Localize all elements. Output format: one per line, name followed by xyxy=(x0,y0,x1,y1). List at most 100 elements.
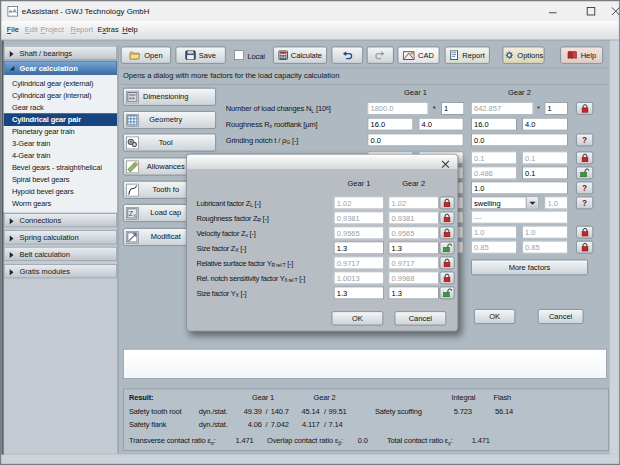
closed-lock-icon xyxy=(580,104,589,114)
row7-gear2-field[interactable]: 1.0 xyxy=(545,197,568,210)
load-changes-gear2-field[interactable]: 642.857 xyxy=(471,102,533,115)
sidebar-item-3-gear-train[interactable]: 3-Gear train xyxy=(4,138,117,150)
sidebar-section-connections[interactable]: Connections xyxy=(4,213,117,227)
save-button[interactable]: Save xyxy=(176,47,226,64)
lubricant-gear1-field[interactable]: 1.02 xyxy=(334,197,384,210)
menu-edit[interactable]: Edit xyxy=(25,26,38,34)
row4-gear2-field-a[interactable]: 0.1 xyxy=(471,152,517,165)
menu-file[interactable]: File xyxy=(7,26,19,34)
velocity-gear1-field[interactable]: 0.9565 xyxy=(334,227,384,240)
sidebar-item-cylindrical-gear-external[interactable]: Cylindrical gear (external) xyxy=(4,77,117,89)
row4-lock-button[interactable] xyxy=(576,152,593,165)
load-changes-gear1-mult-field[interactable]: 1 xyxy=(441,102,464,115)
row7-help-button[interactable]: ? xyxy=(576,197,593,210)
size-y-gear2-field[interactable]: 1.3 xyxy=(389,287,439,300)
row10-gear2-field-b[interactable]: 0.85 xyxy=(522,241,568,254)
size-z-lock-button[interactable] xyxy=(440,242,455,255)
close-button[interactable] xyxy=(608,5,620,19)
rel-surface-gear2-field[interactable]: 0.9717 xyxy=(389,257,439,270)
notch-sensitivity-gear1-field[interactable]: 1.0013 xyxy=(334,272,384,285)
form-cancel-button[interactable]: Cancel xyxy=(538,309,584,324)
sidebar-item-spiral-bevel-gears[interactable]: Spiral bevel gears xyxy=(4,174,117,186)
dialog-cancel-button[interactable]: Cancel xyxy=(395,311,447,325)
rel-surface-gear1-field[interactable]: 0.9717 xyxy=(334,257,384,270)
row9-gear2-field-b[interactable]: 1.0 xyxy=(522,226,568,239)
load-changes-lock-button[interactable] xyxy=(576,102,593,115)
menu-report[interactable]: Report xyxy=(71,26,94,34)
row10-gear2-field-a[interactable]: 0.85 xyxy=(471,241,517,254)
size-y-gear1-field[interactable]: 1.3 xyxy=(334,287,384,300)
roughness-factor-gear1-field[interactable]: 0.9381 xyxy=(334,212,384,225)
dropdown-arrow-icon[interactable] xyxy=(526,197,538,208)
open-button[interactable]: Open xyxy=(121,47,171,64)
local-checkbox[interactable] xyxy=(234,50,244,60)
row5-gear2-field-a[interactable]: 0.486 xyxy=(471,167,517,180)
velocity-lock-button[interactable] xyxy=(440,227,455,240)
roughness-gear2-flank-field[interactable]: 4.0 xyxy=(522,118,568,131)
size-z-gear1-field[interactable]: 1.3 xyxy=(334,242,384,255)
row9-gear2-field-a[interactable]: 1.0 xyxy=(471,226,517,239)
hardening-dropdown[interactable]: swelling xyxy=(471,197,539,210)
load-changes-gear2-mult-field[interactable]: 1 xyxy=(545,102,568,115)
help-button[interactable]: Help xyxy=(560,47,603,64)
roughness-factor-lock-button[interactable] xyxy=(440,212,455,225)
notch-sensitivity-gear2-field[interactable]: 0.9988 xyxy=(389,272,439,285)
roughness-gear1-root-field[interactable]: 16.0 xyxy=(368,118,414,131)
grinding-notch-gear2-field[interactable]: 0.0 xyxy=(471,134,568,147)
row6-gear2-field[interactable]: 1.0 xyxy=(471,182,568,195)
roughness-gear2-root-field[interactable]: 16.0 xyxy=(471,118,517,131)
dialog-ok-button[interactable]: OK xyxy=(332,311,384,325)
dimensioning-button[interactable]: Dimensioning xyxy=(123,88,216,106)
grinding-notch-gear1-field[interactable]: 0.0 xyxy=(368,134,464,147)
size-y-lock-button[interactable] xyxy=(440,287,455,300)
menu-help[interactable]: Help xyxy=(122,26,137,34)
load-changes-gear1-field[interactable]: 1800.0 xyxy=(368,102,429,115)
notch-sensitivity-lock-button[interactable] xyxy=(440,272,455,285)
cad-button[interactable]: CAD xyxy=(398,47,440,64)
geometry-button[interactable]: Geometry xyxy=(123,111,216,129)
sidebar-item-planetary-gear-train[interactable]: Planetary gear train xyxy=(4,126,117,138)
roughness-gear1-flank-field[interactable]: 4.0 xyxy=(419,118,464,131)
tool-button[interactable]: Tool xyxy=(123,134,216,152)
sidebar-item-4-gear-train[interactable]: 4-Gear train xyxy=(4,150,117,162)
sidebar-section-gear-calculation[interactable]: Gear calculation xyxy=(4,61,117,75)
sidebar-section-belt-calculation[interactable]: Belt calculation xyxy=(4,247,117,261)
sidebar-item-hypoid-bevel-gears[interactable]: Hypoid bevel gears xyxy=(4,186,117,198)
menu-project[interactable]: Project xyxy=(41,26,64,34)
lubricant-gear2-field[interactable]: 1.02 xyxy=(389,197,439,210)
rel-surface-lock-button[interactable] xyxy=(440,257,455,270)
closed-lock-icon xyxy=(580,153,589,163)
sidebar-section-spring-calculation[interactable]: Spring calculation xyxy=(4,230,117,244)
sidebar-section-gratis-modules[interactable]: Gratis modules xyxy=(4,264,117,278)
sidebar-section-shaft-bearings[interactable]: Shaft / bearings xyxy=(4,46,117,60)
row5-gear2-field-b[interactable]: 0.1 xyxy=(522,167,568,180)
row10-lock-button[interactable] xyxy=(576,241,593,254)
roughness-factor-gear2-field[interactable]: 0.9381 xyxy=(389,212,439,225)
options-button[interactable]: Options xyxy=(503,47,545,64)
sidebar-item-bevel-gears[interactable]: Bevel gears - straight/helical xyxy=(4,162,117,174)
minimize-button[interactable] xyxy=(545,5,562,19)
report-button[interactable]: Report xyxy=(445,47,490,64)
calculate-button[interactable]: Calculate xyxy=(273,47,327,64)
row4-gear2-field-b[interactable]: 0.1 xyxy=(522,152,568,165)
menu-extras[interactable]: Extras xyxy=(98,26,119,34)
grinding-notch-help-button[interactable]: ? xyxy=(576,134,593,147)
dialog-close-button[interactable] xyxy=(441,158,450,167)
undo-button[interactable] xyxy=(332,47,364,64)
more-factors-button[interactable]: More factors xyxy=(471,260,588,276)
sidebar-item-gear-rack[interactable]: Gear rack xyxy=(4,101,117,113)
safety-scuffing-label: Safety scuffing xyxy=(375,407,422,415)
sidebar-item-worm-gears[interactable]: Worm gears xyxy=(4,198,117,210)
row8-gear2-field[interactable]: --- xyxy=(471,211,568,224)
size-z-gear2-field[interactable]: 1.3 xyxy=(389,242,439,255)
form-ok-button[interactable]: OK xyxy=(474,309,515,324)
sidebar-item-cylindrical-gear-pair[interactable]: Cylindrical gear pair xyxy=(4,113,117,126)
maximize-button[interactable] xyxy=(583,5,600,19)
velocity-gear2-field[interactable]: 0.9565 xyxy=(389,227,439,240)
row5-lock-button[interactable] xyxy=(576,167,593,180)
lubricant-lock-button[interactable] xyxy=(440,197,455,210)
row9-lock-button[interactable] xyxy=(576,226,593,239)
sidebar-item-cylindrical-gear-internal[interactable]: Cylindrical gear (internal) xyxy=(4,89,117,101)
redo-button[interactable] xyxy=(367,47,394,64)
row6-help-button[interactable]: ? xyxy=(576,182,593,195)
